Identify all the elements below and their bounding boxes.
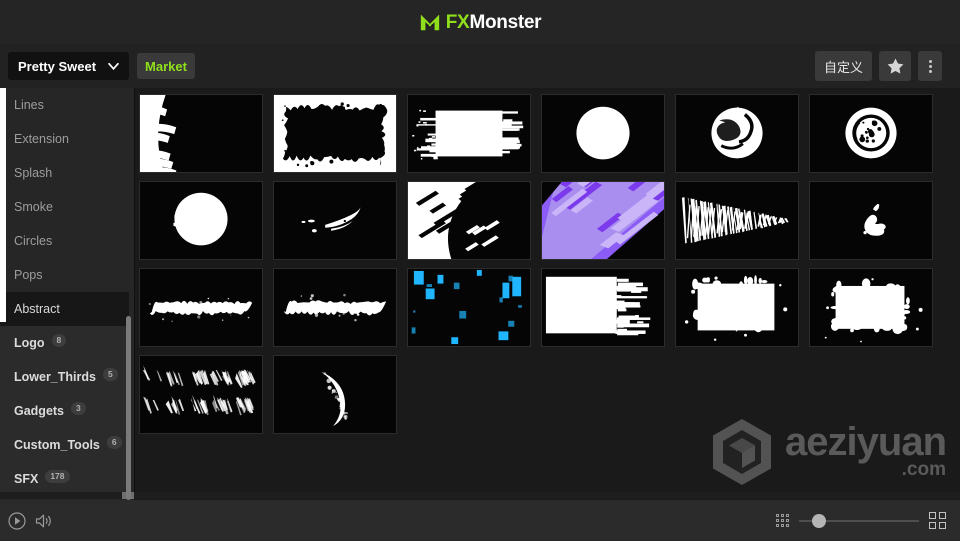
effect-thumbnail-solid-white-circle[interactable] (541, 94, 665, 173)
horizontal-scrollbar-track[interactable] (0, 492, 960, 499)
view-controls (776, 512, 946, 529)
project-dropdown[interactable]: Pretty Sweet (8, 52, 130, 80)
effect-thumbnail-paint-flick-small[interactable] (273, 181, 397, 260)
brand-fx-text: FX (445, 11, 470, 33)
effect-thumbnail-swirl-paint-circle[interactable] (675, 94, 799, 173)
kebab-menu-icon (928, 59, 932, 73)
speaker-volume-icon (35, 514, 51, 527)
favorites-button[interactable] (879, 51, 911, 81)
effect-thumbnail-ink-splat-tiny[interactable] (809, 181, 933, 260)
customize-button[interactable]: 自定义 (814, 51, 872, 81)
sidebar-item-circles[interactable]: Circles (0, 224, 129, 258)
market-button-label: Market (145, 58, 187, 74)
content-body: Lines Extension Splash Smoke Circles Pops Abst… (0, 88, 960, 500)
chevron-down-icon (108, 62, 120, 70)
sidebar-group-label: Custom_Tools (14, 438, 100, 452)
sidebar-item-pops[interactable]: Pops (0, 258, 129, 292)
sidebar-group-count-badge: 3 (71, 402, 86, 415)
sidebar-item-splash[interactable]: Splash (0, 156, 129, 190)
category-sidebar: Lines Extension Splash Smoke Circles Pops Abst… (0, 88, 135, 500)
sidebar-group-logo[interactable]: Logo 8 (0, 326, 129, 360)
sidebar-group-custom_tools[interactable]: Custom_Tools 6 (0, 428, 129, 462)
effect-thumbnail-crescent-brush-arc[interactable] (273, 355, 397, 434)
effect-thumbnail-brush-bar-horizontal-a[interactable] (139, 268, 263, 347)
sidebar-item-label: Extension (14, 132, 69, 146)
brand-monster-text: Monster (469, 11, 542, 33)
customize-button-label: 自定义 (823, 59, 863, 75)
sidebar-group-lower_thirds[interactable]: Lower_Thirds 5 (0, 360, 129, 394)
effect-thumbnail-soft-round-blob[interactable] (139, 181, 263, 260)
app-logo-bar: FXMonster (0, 0, 960, 44)
sidebar-group-label: SFX (14, 472, 39, 486)
effect-thumbnail-scribble-taper-line[interactable] (675, 181, 799, 260)
sidebar-groups: Logo 8 Lower_Thirds 5 Gadgets 3 Custom_Tools 6 S… (0, 326, 129, 496)
effect-thumbnail-purple-diagonal-streaks[interactable] (541, 181, 665, 260)
small-grid-view-icon[interactable] (776, 514, 789, 527)
sidebar-group-label: Logo (14, 336, 45, 350)
sidebar-scrollbar[interactable] (126, 316, 131, 500)
effect-thumbnail-splatter-rect-a[interactable] (675, 268, 799, 347)
large-grid-view-icon[interactable] (929, 512, 946, 529)
effect-thumbnail-scribble-grid-marks[interactable] (139, 355, 263, 434)
effect-thumbnail-glitch-panel-right-edge[interactable] (541, 268, 665, 347)
sidebar-item-abstract[interactable]: Abstract (0, 292, 129, 326)
effect-thumbnail-dotted-ring-circle[interactable] (809, 94, 933, 173)
sidebar-item-label: Pops (14, 268, 43, 282)
sidebar-group-count-badge: 6 (106, 436, 122, 449)
sidebar-group-label: Lower_Thirds (14, 370, 96, 384)
volume-button[interactable] (35, 513, 53, 529)
sidebar-group-count-badge: 5 (102, 368, 118, 381)
effects-grid-area: aeziyuan .com (135, 88, 960, 500)
sidebar-item-label: Splash (14, 166, 53, 180)
sidebar-item-label: Abstract (14, 302, 60, 316)
sidebar-group-count-badge: 8 (51, 334, 67, 347)
fxmonster-window: FXMonster Pretty Sweet Market 自定义 Lines … (0, 0, 960, 541)
sidebar-item-label: Smoke (14, 200, 53, 214)
play-button[interactable] (8, 511, 26, 530)
sidebar-item-label: Circles (14, 234, 53, 248)
effects-grid (139, 94, 960, 434)
brand-logo: FXMonster (419, 11, 542, 33)
sidebar-item-extension[interactable]: Extension (0, 122, 129, 156)
playback-controls (8, 511, 53, 530)
sidebar-item-lines[interactable]: Lines (0, 88, 129, 122)
main-toolbar: Pretty Sweet Market 自定义 (0, 44, 960, 88)
watermark-tld: .com (901, 458, 946, 480)
toolbar-actions: 自定义 (814, 51, 942, 81)
sidebar-group-count-badge: 178 (45, 470, 70, 483)
sidebar-scroll-region[interactable]: Lines Extension Splash Smoke Circles Pops Abst… (0, 88, 129, 500)
effect-thumbnail-rough-ink-block[interactable] (273, 94, 397, 173)
sidebar-subitems: Lines Extension Splash Smoke Circles Pops Abst… (0, 88, 129, 326)
effect-thumbnail-diagonal-brush-sweep[interactable] (407, 181, 531, 260)
fxmonster-m-icon (420, 14, 439, 31)
play-circle-icon (8, 511, 26, 530)
more-options-button[interactable] (918, 51, 942, 81)
star-icon (887, 58, 903, 74)
slider-knob[interactable] (812, 513, 826, 528)
effect-thumbnail-brush-strokes-left-edge[interactable] (139, 94, 263, 173)
effect-thumbnail-glitch-bar-horizontal[interactable] (407, 94, 531, 173)
bottom-toolbar (0, 492, 960, 541)
sidebar-group-label: Gadgets (14, 404, 65, 418)
effect-thumbnail-splatter-rect-b[interactable] (809, 268, 933, 347)
effect-thumbnail-brush-bar-horizontal-b[interactable] (273, 268, 397, 347)
sidebar-group-sfx[interactable]: SFX 178 (0, 462, 129, 496)
market-button[interactable]: Market (137, 53, 195, 79)
sidebar-item-smoke[interactable]: Smoke (0, 190, 129, 224)
effect-thumbnail-blue-glitch-fragments[interactable] (407, 268, 531, 347)
sidebar-group-gadgets[interactable]: Gadgets 3 (0, 394, 129, 428)
thumbnail-size-slider[interactable] (799, 513, 919, 528)
active-group-indicator (0, 88, 6, 322)
sidebar-item-label: Lines (14, 98, 44, 112)
brand-wordmark: FXMonster (445, 11, 542, 33)
project-dropdown-label: Pretty Sweet (18, 58, 97, 74)
